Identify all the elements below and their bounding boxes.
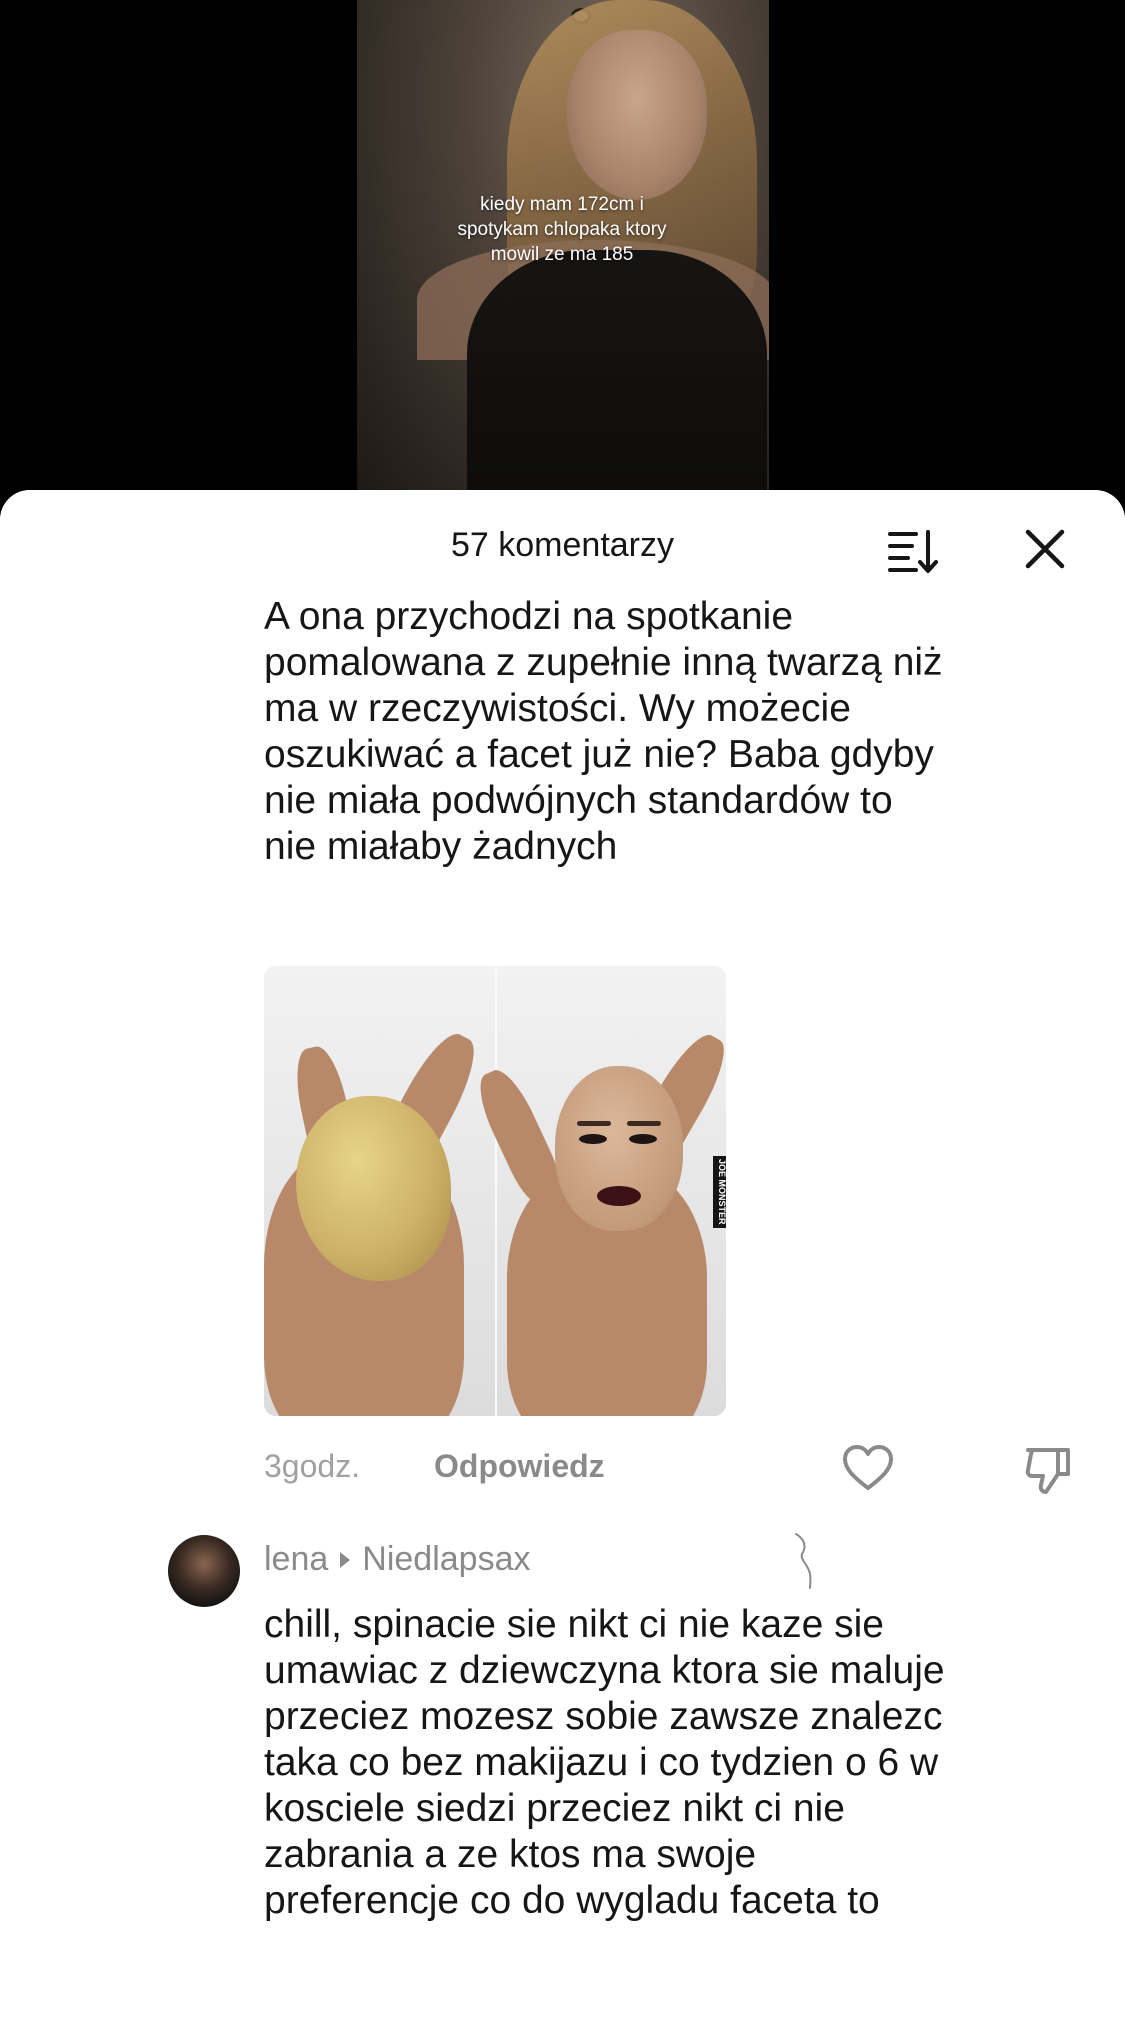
eyebrow	[577, 1121, 611, 1126]
comment-author[interactable]: lena	[264, 1540, 328, 1578]
avatar[interactable]	[168, 1535, 240, 1607]
thumbs-down-icon	[1025, 1448, 1070, 1494]
video-person-top	[467, 250, 767, 500]
comments-sheet: 57 komentarzy A ona przychodzi na spotka…	[0, 490, 1125, 2040]
video-player[interactable]: kiedy mam 172cm i spotykam chlopaka ktor…	[357, 0, 769, 500]
video-person-face	[567, 30, 707, 200]
comment-text: A ona przychodzi na spotkanie pomalowana…	[264, 595, 943, 868]
reply-button[interactable]: Odpowiedz	[434, 1448, 605, 1485]
screen: kiedy mam 172cm i spotykam chlopaka ktor…	[0, 0, 1125, 2040]
close-icon	[1025, 529, 1065, 569]
like-button[interactable]	[842, 1444, 894, 1492]
eye	[579, 1134, 607, 1144]
comments-count-title: 57 komentarzy	[451, 526, 674, 564]
sort-icon	[888, 530, 938, 573]
eye	[629, 1134, 657, 1144]
comment-text: chill, spinacie sie nikt ci nie kaze sie…	[264, 1603, 945, 1922]
stray-mark	[795, 1533, 812, 1589]
painted-potato-face	[555, 1066, 683, 1231]
reply-header: lena Niedlapsax	[264, 1540, 531, 1579]
reply-arrow-icon	[340, 1552, 351, 1568]
comment-meta-row: 3godz. Odpowiedz	[264, 1445, 1084, 1498]
close-button[interactable]	[1020, 524, 1070, 574]
heart-icon	[843, 1445, 893, 1490]
comments-header: 57 komentarzy	[0, 490, 1125, 600]
comment-time: 3godz.	[264, 1448, 361, 1484]
eyebrow	[627, 1121, 661, 1126]
lips	[597, 1186, 641, 1206]
image-potato-panel	[264, 966, 495, 1416]
video-caption: kiedy mam 172cm i spotykam chlopaka ktor…	[457, 194, 667, 265]
image-watermark: JOE MONSTER	[713, 1156, 726, 1228]
sort-button[interactable]	[884, 526, 944, 576]
image-potato-makeup-panel: JOE MONSTER	[469, 966, 726, 1416]
reply-to-user[interactable]: Niedlapsax	[362, 1540, 530, 1578]
comment-attached-image[interactable]: JOE MONSTER	[264, 966, 726, 1416]
dislike-button[interactable]	[1022, 1444, 1074, 1496]
